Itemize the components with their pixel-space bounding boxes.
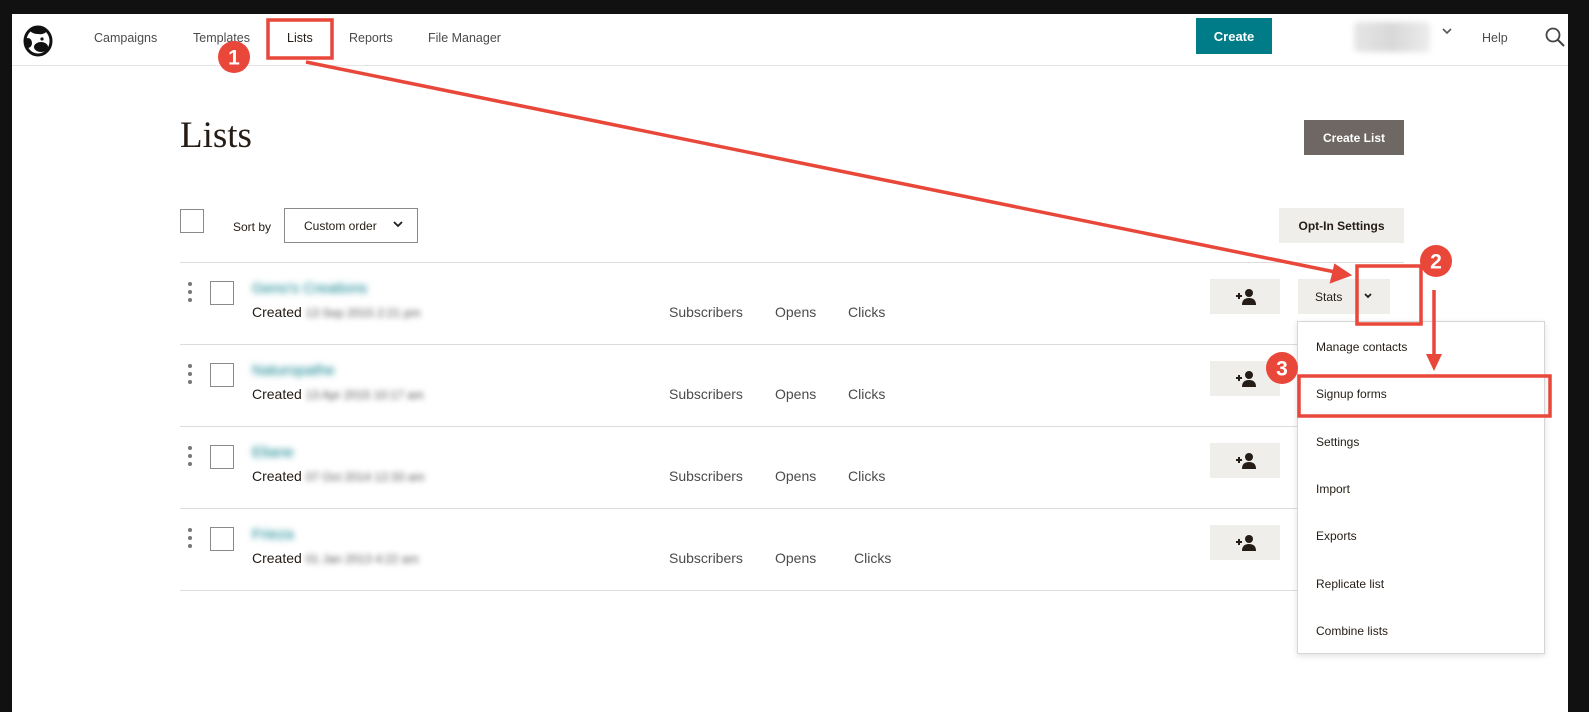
add-user-icon xyxy=(1236,370,1256,387)
created-date: 01 Jan 2013 4:22 am xyxy=(305,552,419,566)
clicks-label: Clicks xyxy=(848,304,886,320)
nav-campaigns[interactable]: Campaigns xyxy=(94,31,157,45)
chevron-down-icon[interactable] xyxy=(1362,290,1374,302)
created-text: Created 13 Apr 2015 10:17 am xyxy=(252,386,424,402)
created-text: Created 07 Oct 2014 12:33 am xyxy=(252,468,424,484)
chevron-down-icon xyxy=(393,221,403,228)
opens-label: Opens xyxy=(775,304,817,320)
created-date: 13 Sep 2015 2:21 pm xyxy=(305,306,421,320)
add-user-icon xyxy=(1236,452,1256,469)
nav-reports[interactable]: Reports xyxy=(349,31,393,45)
list-row: Geno's Creations Created 13 Sep 2015 2:2… xyxy=(180,262,1404,344)
list-row: Naturopathe Created 13 Apr 2015 10:17 am… xyxy=(180,344,1404,426)
subscribers-label: Subscribers xyxy=(669,468,743,484)
list-row: Frieza Created 01 Jan 2013 4:22 am Subsc… xyxy=(180,508,1404,590)
sort-by-label: Sort by xyxy=(233,220,272,234)
subscribers-label: Subscribers xyxy=(669,550,743,566)
search-icon[interactable] xyxy=(1544,26,1566,48)
menu-item-import[interactable]: Import xyxy=(1316,482,1350,496)
sort-select-value: Custom order xyxy=(304,218,377,233)
created-date: 07 Oct 2014 12:33 am xyxy=(305,470,425,484)
list-name-link[interactable]: Geno's Creations xyxy=(252,280,367,297)
account-chevron-down-icon[interactable] xyxy=(1442,26,1452,36)
create-list-button[interactable]: Create List xyxy=(1304,120,1404,155)
nav-lists[interactable]: Lists xyxy=(287,31,313,45)
created-label: Created xyxy=(252,550,302,566)
created-label: Created xyxy=(252,386,302,402)
nav-file-manager[interactable]: File Manager xyxy=(428,31,501,45)
add-contact-button[interactable] xyxy=(1210,443,1280,478)
add-user-icon xyxy=(1236,534,1256,551)
create-button[interactable]: Create xyxy=(1196,18,1272,54)
list-actions-dropdown: Manage contacts Signup forms Settings Im… xyxy=(1297,321,1545,654)
clicks-label: Clicks xyxy=(854,550,892,566)
subscribers-label: Subscribers xyxy=(669,386,743,402)
add-user-icon xyxy=(1236,288,1256,305)
sort-select[interactable]: Custom order xyxy=(284,208,418,243)
opt-in-settings-button[interactable]: Opt-In Settings xyxy=(1279,208,1404,243)
subscribers-label: Subscribers xyxy=(669,304,743,320)
drag-handle-icon[interactable] xyxy=(188,445,192,467)
menu-item-manage-contacts[interactable]: Manage contacts xyxy=(1316,340,1407,354)
opens-label: Opens xyxy=(775,550,817,566)
list-name-link[interactable]: Eliane xyxy=(252,444,294,461)
created-text: Created 01 Jan 2013 4:22 am xyxy=(252,550,418,566)
clicks-label: Clicks xyxy=(848,386,886,402)
app-window: Campaigns Templates Lists Reports File M… xyxy=(12,14,1568,712)
list-row: Eliane Created 07 Oct 2014 12:33 am Subs… xyxy=(180,426,1404,508)
add-contact-button[interactable] xyxy=(1210,525,1280,560)
opens-label: Opens xyxy=(775,386,817,402)
row-checkbox[interactable] xyxy=(210,445,234,469)
menu-item-replicate-list[interactable]: Replicate list xyxy=(1316,577,1384,591)
row-checkbox[interactable] xyxy=(210,281,234,305)
drag-handle-icon[interactable] xyxy=(188,527,192,549)
row-checkbox[interactable] xyxy=(210,527,234,551)
mailchimp-logo-icon[interactable] xyxy=(20,23,56,59)
account-name[interactable] xyxy=(1354,22,1430,52)
created-date: 13 Apr 2015 10:17 am xyxy=(305,388,424,402)
add-contact-button[interactable] xyxy=(1210,279,1280,314)
menu-item-signup-forms[interactable]: Signup forms xyxy=(1316,387,1387,401)
menu-item-exports[interactable]: Exports xyxy=(1316,529,1357,543)
list-name-link[interactable]: Naturopathe xyxy=(252,362,335,379)
divider xyxy=(180,590,1404,591)
stats-label: Stats xyxy=(1315,290,1343,304)
clicks-label: Clicks xyxy=(848,468,886,484)
nav-templates[interactable]: Templates xyxy=(193,31,250,45)
menu-item-settings[interactable]: Settings xyxy=(1316,435,1359,449)
help-link[interactable]: Help xyxy=(1482,31,1508,45)
created-label: Created xyxy=(252,304,302,320)
select-all-checkbox[interactable] xyxy=(180,209,204,233)
drag-handle-icon[interactable] xyxy=(188,281,192,303)
menu-item-combine-lists[interactable]: Combine lists xyxy=(1316,624,1388,638)
window-border xyxy=(1568,0,1589,712)
created-text: Created 13 Sep 2015 2:21 pm xyxy=(252,304,420,320)
top-navigation: Campaigns Templates Lists Reports File M… xyxy=(12,14,1568,66)
stats-button[interactable]: Stats xyxy=(1298,279,1390,314)
drag-handle-icon[interactable] xyxy=(188,363,192,385)
row-checkbox[interactable] xyxy=(210,363,234,387)
opens-label: Opens xyxy=(775,468,817,484)
add-contact-button[interactable] xyxy=(1210,361,1280,396)
list-name-link[interactable]: Frieza xyxy=(252,526,294,543)
page-title: Lists xyxy=(180,115,252,156)
created-label: Created xyxy=(252,468,302,484)
